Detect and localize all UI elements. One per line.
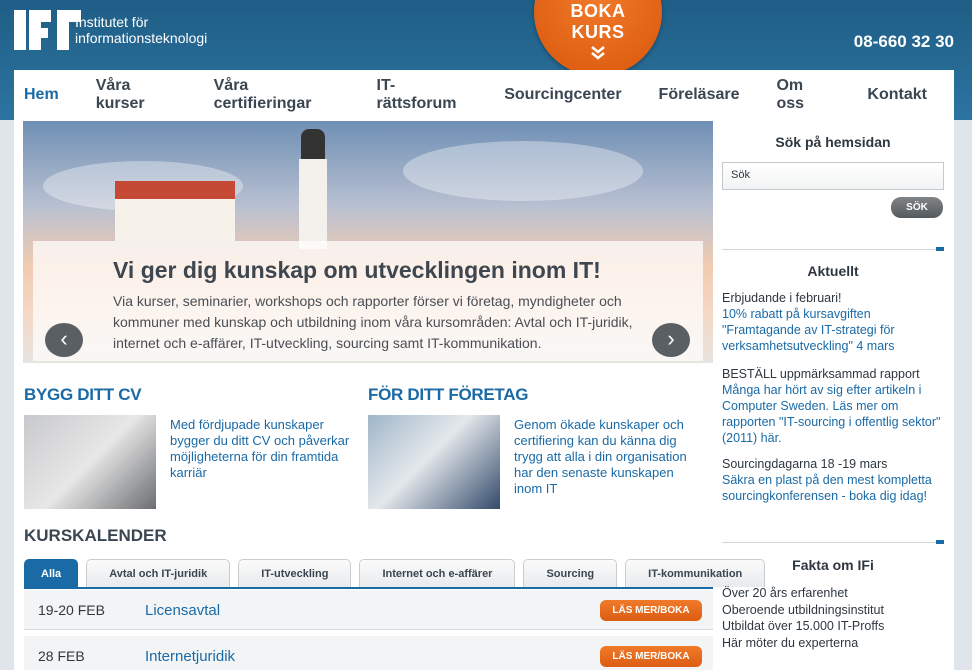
hero-title: Vi ger dig kunskap om utvecklingen inom … <box>113 257 601 283</box>
sidebar-divider <box>722 247 944 251</box>
page-content: Hem Våra kurser Våra certifieringar IT-r… <box>14 70 954 670</box>
logo[interactable]: Institutet för informationsteknologi <box>14 10 207 50</box>
main-nav: Hem Våra kurser Våra certifieringar IT-r… <box>14 70 954 120</box>
course-date: 28 FEB <box>38 648 85 664</box>
news-item[interactable]: BESTÄLL uppmärksammad rapport Många har … <box>722 366 944 446</box>
nav-item-om-oss[interactable]: Om oss <box>776 77 830 113</box>
hero-caption: Vi ger dig kunskap om utvecklingen inom … <box>33 241 703 361</box>
tab-avtal-it-juridik[interactable]: Avtal och IT-juridik <box>86 559 231 587</box>
chevron-right-icon: › <box>667 326 675 351</box>
news-body-link[interactable]: 10% rabatt på kursavgiften "Framtagande … <box>722 306 944 354</box>
nav-item-hem[interactable]: Hem <box>24 86 59 104</box>
news-item[interactable]: Erbjudande i februari! 10% rabatt på kur… <box>722 290 944 354</box>
facts-title: Fakta om IFi <box>792 557 874 573</box>
calendar-tabs: Alla Avtal och IT-juridik IT-utveckling … <box>24 559 766 587</box>
table-row: 28 FEB Internetjuridik LÄS MER/BOKA <box>24 636 713 670</box>
nav-item-forelasare[interactable]: Föreläsare <box>659 86 740 104</box>
course-title-link[interactable]: Licensavtal <box>145 602 220 619</box>
fact-item: Över 20 års erfarenhet <box>722 586 848 600</box>
news-body-link[interactable]: Många har hört av sig efter artikeln i C… <box>722 382 944 446</box>
logo-line-1: Institutet för <box>75 14 149 30</box>
chevron-left-icon: ‹ <box>60 326 68 351</box>
news-heading: BESTÄLL uppmärksammad rapport <box>722 367 920 381</box>
logo-text: Institutet för informationsteknologi <box>75 14 207 46</box>
news-heading: Sourcingdagarna 18 -19 mars <box>722 457 888 471</box>
news-body-link[interactable]: Säkra en plast på den mest kompletta sou… <box>722 472 944 504</box>
promo-company-image[interactable] <box>368 415 500 509</box>
boka-line-1: BOKA <box>570 1 626 21</box>
fact-item: Utbildat över 15.000 IT-Proffs <box>722 619 885 633</box>
nav-item-it-rattsforum[interactable]: IT-rättsforum <box>377 77 468 113</box>
las-mer-boka-button[interactable]: LÄS MER/BOKA <box>600 600 702 621</box>
promo-cv-title[interactable]: BYGG DITT CV <box>24 385 364 405</box>
search-button[interactable]: SÖK <box>891 197 943 218</box>
tab-sourcing[interactable]: Sourcing <box>523 559 618 587</box>
promo-cv: BYGG DITT CV Med fördjupade kunskaper by… <box>24 385 364 509</box>
hero-cloud <box>403 141 643 201</box>
slider-next-button[interactable]: › <box>652 323 690 357</box>
slider-prev-button[interactable]: ‹ <box>45 323 83 357</box>
promo-cv-image[interactable] <box>24 415 156 509</box>
hero-text: Via kurser, seminarier, workshops och ra… <box>113 293 633 351</box>
nav-item-kontakt[interactable]: Kontakt <box>867 86 927 104</box>
fact-item: Här möter du experterna <box>722 635 859 650</box>
logo-line-2: informationsteknologi <box>75 30 208 46</box>
promo-company-title[interactable]: FÖR DITT FÖRETAG <box>368 385 708 405</box>
course-date: 19-20 FEB <box>38 602 105 618</box>
las-mer-boka-button[interactable]: LÄS MER/BOKA <box>600 646 702 667</box>
nav-item-vara-certifieringar[interactable]: Våra certifieringar <box>214 77 340 113</box>
logo-mark <box>14 10 81 50</box>
promo-company: FÖR DITT FÖRETAG Genom ökade kunskaper o… <box>368 385 708 509</box>
hero-slider: Vi ger dig kunskap om utvecklingen inom … <box>23 121 713 363</box>
fact-item: Oberoende utbildningsinstitut <box>722 602 884 617</box>
nav-item-sourcingcenter[interactable]: Sourcingcenter <box>504 86 621 104</box>
search-title: Sök på hemsidan <box>775 134 891 150</box>
nav-item-vara-kurser[interactable]: Våra kurser <box>96 77 177 113</box>
news-item[interactable]: Sourcingdagarna 18 -19 mars Säkra en pla… <box>722 456 944 504</box>
news-title: Aktuellt <box>807 263 859 279</box>
sidebar-divider <box>722 540 944 544</box>
promo-company-text[interactable]: Genom ökade kunskaper och certifiering k… <box>514 417 699 497</box>
calendar-title: KURSKALENDER <box>24 526 167 545</box>
hero-lighthouse-image <box>295 129 331 249</box>
phone-number[interactable]: 08-660 32 30 <box>854 32 954 52</box>
tab-internet-e-affarer[interactable]: Internet och e-affärer <box>359 559 516 587</box>
tab-it-utveckling[interactable]: IT-utveckling <box>238 559 352 587</box>
search-input[interactable]: Sök <box>722 162 944 190</box>
news-heading: Erbjudande i februari! <box>722 291 842 305</box>
tab-underline <box>24 587 713 589</box>
boka-line-2: KURS <box>571 22 625 42</box>
table-row: 19-20 FEB Licensavtal LÄS MER/BOKA <box>24 590 713 630</box>
tab-alla[interactable]: Alla <box>24 559 79 587</box>
promo-cv-text[interactable]: Med fördjupade kunskaper bygger du ditt … <box>170 417 355 481</box>
course-title-link[interactable]: Internetjuridik <box>145 648 235 665</box>
double-chevron-down-icon <box>534 46 662 63</box>
hero-house-image <box>115 181 235 241</box>
facts-list: Över 20 års erfarenhet Oberoende utbildn… <box>722 585 944 651</box>
